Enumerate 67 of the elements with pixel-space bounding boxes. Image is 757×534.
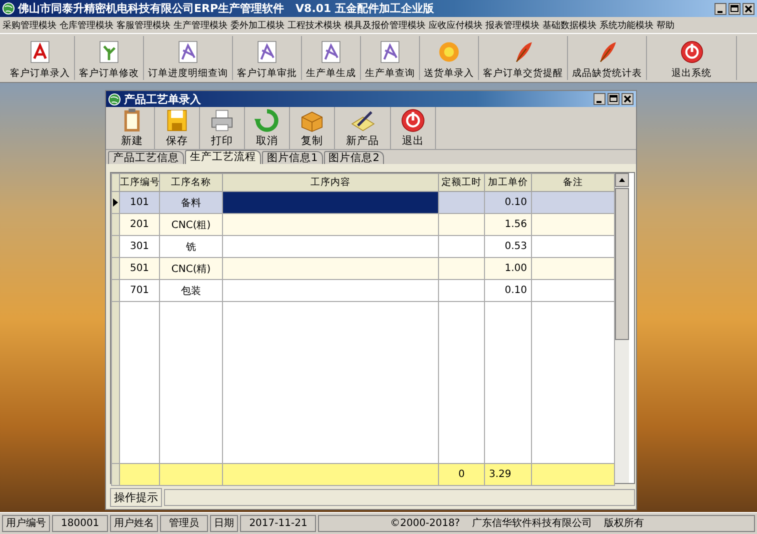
menu-item[interactable]: 系统功能模块 <box>598 18 655 32</box>
table-cell <box>438 214 484 236</box>
menu-item[interactable]: 采购管理模块 <box>1 18 58 32</box>
power-icon <box>399 107 427 134</box>
scrollbar[interactable] <box>615 173 629 483</box>
menu-item[interactable]: 客服管理模块 <box>115 18 172 32</box>
maximize-icon[interactable] <box>607 93 620 105</box>
menu-item[interactable]: 生产管理模块 <box>172 18 229 32</box>
table-cell: 101 <box>120 192 160 214</box>
column-header[interactable]: 工序编号 <box>120 174 160 192</box>
column-header[interactable]: 备注 <box>532 174 614 192</box>
tab[interactable]: 生产工艺流程 <box>185 150 261 164</box>
menu-item[interactable]: 应收应付模块 <box>427 18 484 32</box>
row-pointer-icon <box>113 198 118 207</box>
row-header[interactable] <box>112 192 120 214</box>
status-label: 用户姓名 <box>110 515 158 532</box>
status-value: 管理员 <box>160 515 208 532</box>
tab[interactable]: 图片信息1 <box>262 151 323 164</box>
column-header[interactable]: 定额工时 <box>438 174 484 192</box>
total-cell: 3.29 <box>484 464 532 486</box>
close-icon[interactable] <box>742 2 755 14</box>
hint-label: 操作提示 <box>110 488 162 507</box>
table-cell <box>438 258 484 280</box>
table-cell: CNC(精) <box>160 258 222 280</box>
column-header[interactable]: 加工单价 <box>484 174 532 192</box>
status-value: 180001 <box>52 515 108 532</box>
refresh-icon <box>253 107 281 134</box>
copyright-text: 广东信华软件科技有限公司 <box>472 516 592 531</box>
window-title: 产品工艺单录入 <box>124 92 202 106</box>
menu-item[interactable]: 委外加工模块 <box>229 18 286 32</box>
status-value: 2017-11-21 <box>240 515 316 532</box>
table-cell: 1.00 <box>484 258 532 280</box>
table-cell: CNC(粗) <box>160 214 222 236</box>
table-cell: 0.10 <box>484 192 532 214</box>
copyright-text: ©2000-2018? <box>390 517 460 531</box>
menu-item[interactable]: 帮助 <box>655 18 676 32</box>
window-title: 佛山市同泰升精密机电科技有限公司ERP生产管理软件 V8.01 五金配件加工企业版 <box>18 1 436 16</box>
tab[interactable]: 图片信息2 <box>324 151 384 164</box>
scroll-thumb[interactable] <box>615 188 629 340</box>
column-header[interactable]: 工序名称 <box>160 174 222 192</box>
menu-item[interactable]: 报表管理模块 <box>484 18 541 32</box>
power-icon <box>678 39 704 65</box>
table-cell: 1.56 <box>484 214 532 236</box>
column-header[interactable]: 工序内容 <box>222 174 438 192</box>
total-cell: 0 <box>438 464 484 486</box>
globe-icon <box>108 92 121 106</box>
tab[interactable]: 产品工艺信息 <box>108 151 184 164</box>
status-label: 日期 <box>210 515 238 532</box>
table-cell: 备料 <box>160 192 222 214</box>
table-cell: 701 <box>120 280 160 302</box>
close-icon[interactable] <box>621 93 634 105</box>
menu-item[interactable]: 仓库管理模块 <box>58 18 115 32</box>
table-cell <box>438 192 484 214</box>
table-cell: 501 <box>120 258 160 280</box>
scroll-up-icon[interactable] <box>615 173 629 187</box>
table-cell: 201 <box>120 214 160 236</box>
menu-item[interactable]: 工程技术模块 <box>286 18 343 32</box>
menu-item[interactable]: 基础数据模块 <box>541 18 598 32</box>
table-cell: 包装 <box>160 280 222 302</box>
copyright-text: 版权所有 <box>604 516 644 531</box>
minimize-icon[interactable] <box>593 93 606 105</box>
maximize-icon[interactable] <box>728 2 741 14</box>
minimize-icon[interactable] <box>714 2 727 14</box>
status-label: 用户编号 <box>2 515 50 532</box>
globe-icon <box>2 2 15 15</box>
menu-item[interactable]: 模具及报价管理模块 <box>343 18 427 32</box>
table-cell: 0.10 <box>484 280 532 302</box>
